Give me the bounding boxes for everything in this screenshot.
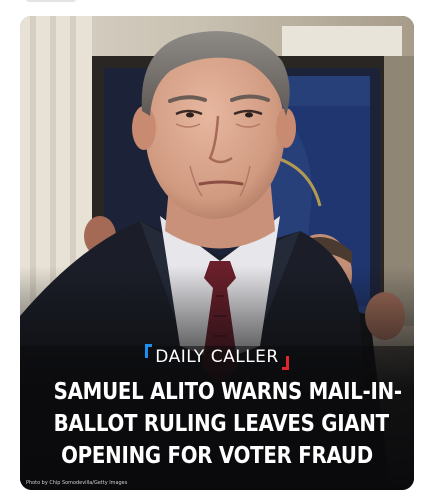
daily-caller-logo: DAILY CALLER: [145, 344, 289, 370]
cropped-text: [26, 0, 76, 2]
headline-line-1: SAMUEL ALITO WARNS MAIL-IN-: [53, 379, 403, 405]
headline: SAMUEL ALITO WARNS MAIL-IN- BALLOT RULIN…: [53, 376, 403, 472]
photo-credit: Photo by Chip Somodevilla/Getty Images: [26, 480, 128, 486]
logo-bracket-right: [281, 356, 289, 370]
headline-line-3: OPENING FOR VOTER FRAUD: [61, 443, 373, 469]
logo-bracket-left: [145, 344, 153, 358]
headline-line-2: BALLOT RULING LEAVES GIANT: [53, 411, 390, 437]
post-image-card[interactable]: DAILY CALLER SAMUEL ALITO WARNS MAIL-IN-…: [20, 16, 414, 490]
brand-name: DAILY CALLER: [155, 347, 279, 367]
headline-overlay: DAILY CALLER SAMUEL ALITO WARNS MAIL-IN-…: [20, 332, 414, 490]
previous-post-edge: [0, 0, 434, 14]
